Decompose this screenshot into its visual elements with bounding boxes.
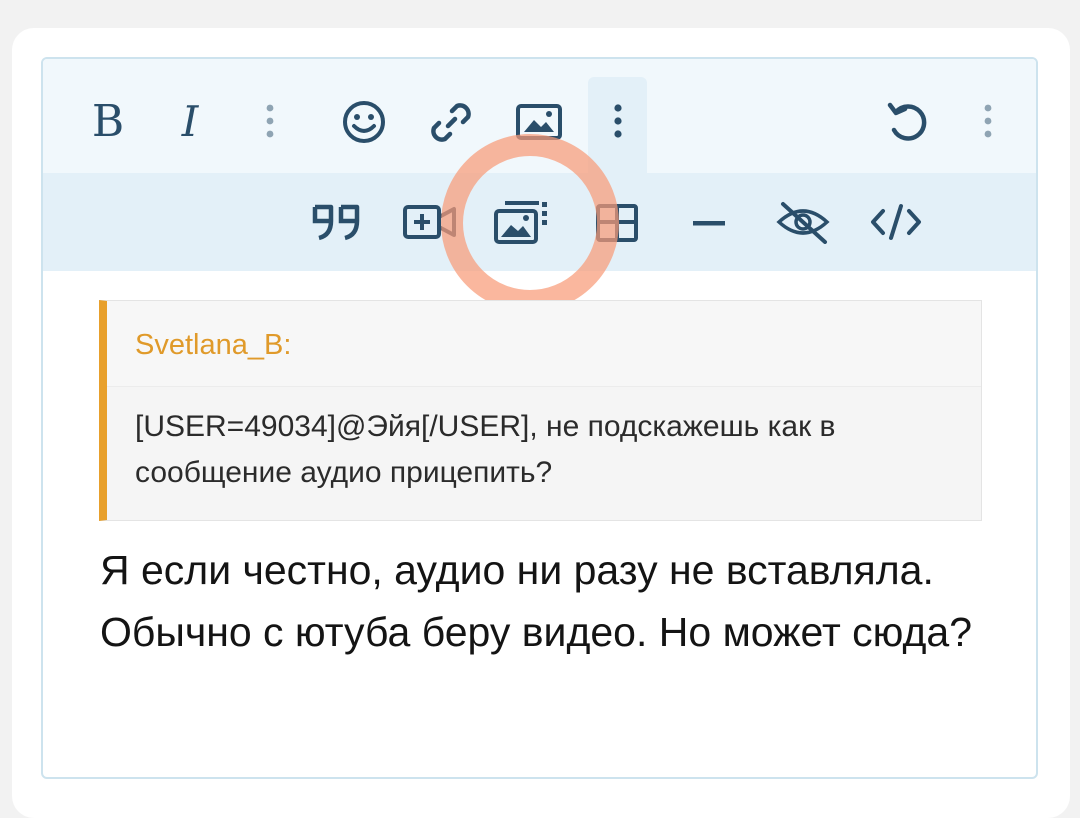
- bold-icon: B: [91, 95, 125, 147]
- vertical-dots-icon: [984, 104, 992, 138]
- spoiler-button[interactable]: [773, 199, 833, 245]
- gallery-icon: [494, 201, 547, 244]
- image-icon: [516, 104, 562, 140]
- smiley-icon: [343, 101, 385, 143]
- insert-media-button[interactable]: [401, 201, 459, 243]
- horizontal-rule-button[interactable]: [687, 209, 731, 237]
- quote-author[interactable]: Svetlana_B:: [135, 329, 291, 362]
- quote-block: Svetlana_B: [USER=49034]@Эйя[/USER], не …: [99, 300, 982, 521]
- quote-text: [USER=49034]@Эйя[/USER], не подскажешь к…: [135, 410, 836, 489]
- italic-icon: I: [181, 96, 199, 146]
- code-icon: [871, 204, 921, 240]
- insert-gallery-button[interactable]: [491, 197, 553, 247]
- insert-link-button[interactable]: [426, 99, 476, 145]
- more-insert-options-button[interactable]: [603, 101, 633, 141]
- quote-icon: [312, 204, 360, 241]
- quote-button[interactable]: [309, 199, 365, 245]
- minus-icon: [693, 221, 725, 226]
- vertical-dots-icon: [266, 104, 274, 138]
- bold-button[interactable]: B: [81, 89, 135, 153]
- insert-table-button[interactable]: [593, 201, 641, 245]
- italic-button[interactable]: I: [165, 89, 215, 153]
- eye-slash-icon: [776, 202, 830, 244]
- insert-smilie-button[interactable]: [339, 99, 389, 145]
- message-editor[interactable]: B I Svetlana_B: [USER=49034]@Эйя[/USER],…: [41, 57, 1038, 779]
- more-options-button[interactable]: [973, 101, 1003, 141]
- message-text[interactable]: Я если честно, аудио ни разу не вставлял…: [100, 539, 980, 663]
- link-icon: [431, 103, 471, 142]
- undo-button[interactable]: [883, 99, 933, 145]
- video-plus-icon: [403, 205, 456, 239]
- code-button[interactable]: [867, 201, 925, 243]
- undo-icon: [887, 102, 927, 141]
- table-icon: [596, 204, 638, 242]
- insert-image-button[interactable]: [513, 101, 565, 143]
- vertical-dots-icon: [614, 104, 622, 138]
- more-text-options-button[interactable]: [255, 101, 285, 141]
